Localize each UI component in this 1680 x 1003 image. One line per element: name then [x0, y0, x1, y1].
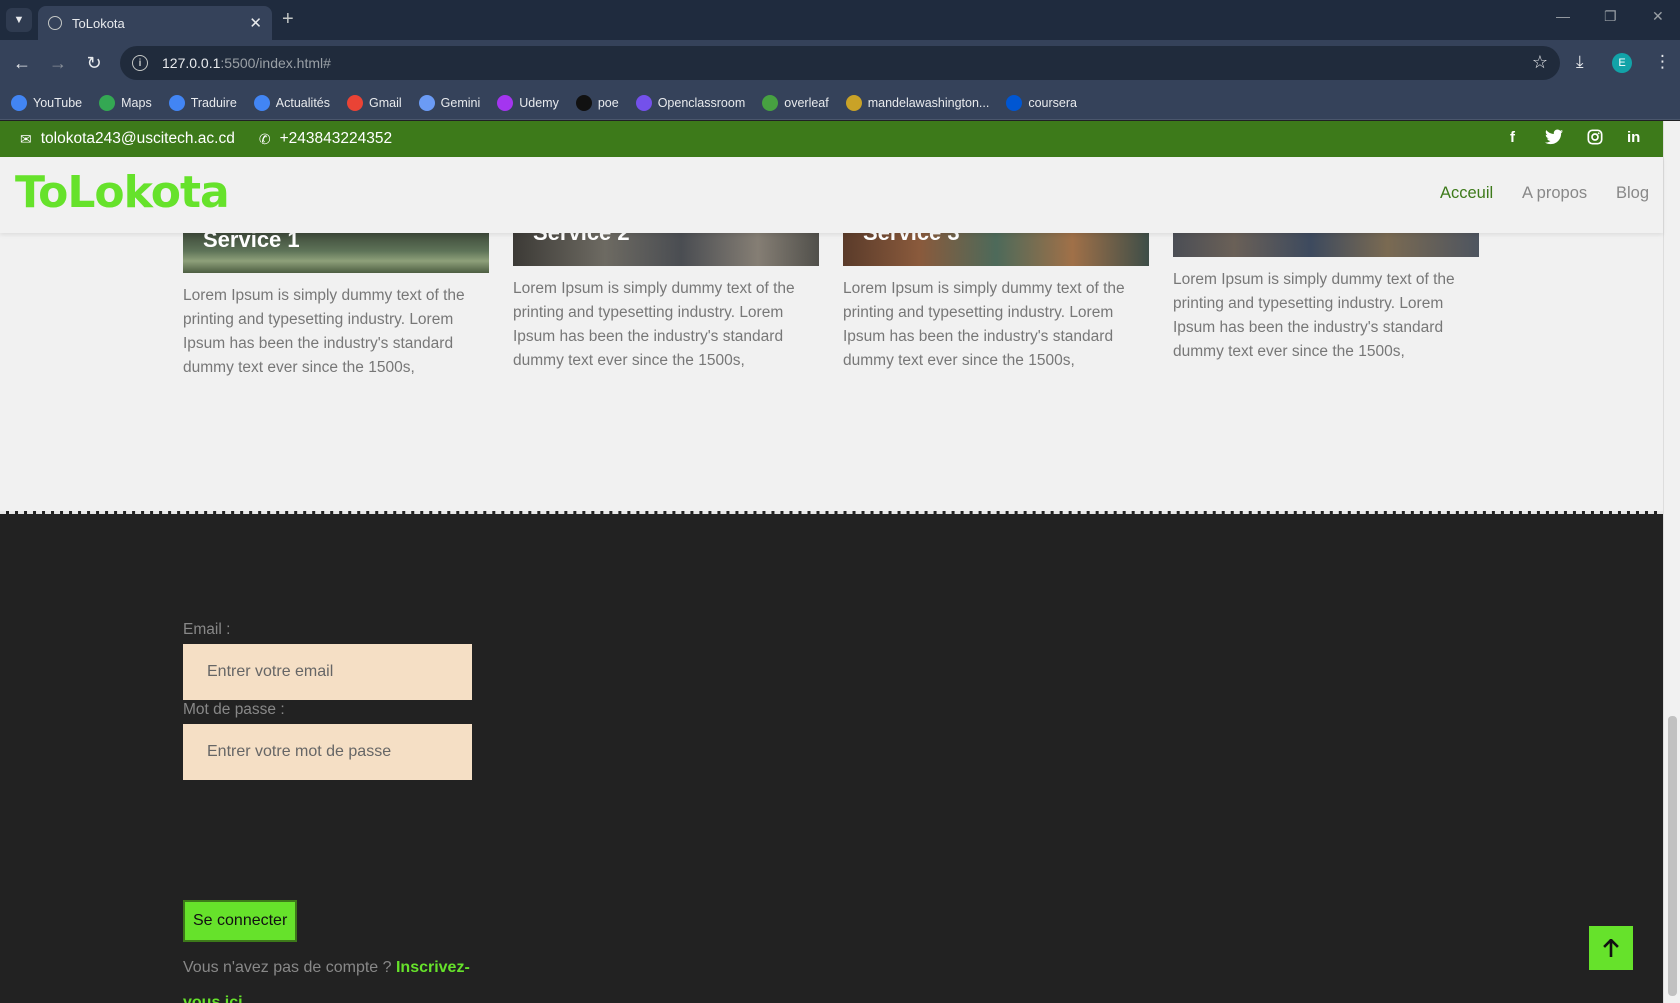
profile-avatar[interactable]: E: [1612, 53, 1632, 73]
service-4-image: [1173, 233, 1479, 257]
download-icon[interactable]: ⤓: [1576, 52, 1584, 72]
no-account-text: Vous n'avez pas de compte ?: [183, 959, 396, 976]
url-host: 127.0.0.1: [162, 55, 221, 71]
signup-prompt: Vous n'avez pas de compte ? Inscrivez-vo…: [183, 950, 483, 1003]
nav-a-propos[interactable]: A propos: [1522, 184, 1587, 203]
tab-search-chevron-icon[interactable]: ▼: [6, 8, 32, 32]
udemy-icon: [497, 94, 514, 111]
bookmark-item[interactable]: Traduire: [168, 94, 237, 111]
news-icon: [253, 94, 270, 111]
email-label: Email :: [183, 621, 231, 638]
bookmark-label: Gmail: [369, 95, 402, 110]
service-2-text: Lorem Ipsum is simply dummy text of the …: [513, 280, 795, 369]
new-tab-plus-icon[interactable]: +: [282, 8, 294, 31]
poe-icon: [575, 94, 592, 111]
bookmark-label: YouTube: [33, 95, 83, 110]
topbar-phone[interactable]: ✆ +243843224352: [259, 130, 392, 148]
service-3-image: Service 3: [843, 233, 1149, 266]
bookmark-label: Traduire: [190, 95, 237, 110]
service-4-text: Lorem Ipsum is simply dummy text of the …: [1173, 271, 1455, 360]
service-1-text: Lorem Ipsum is simply dummy text of the …: [183, 287, 465, 376]
minimize-icon[interactable]: —: [1556, 8, 1570, 24]
bookmark-label: Gemini: [440, 95, 481, 110]
site-footer: Email : Mot de passe : Se connecter Vous…: [0, 511, 1663, 1003]
email-field[interactable]: [183, 644, 472, 700]
globe-icon: [48, 16, 62, 30]
reload-icon[interactable]: ↻: [83, 52, 105, 74]
bookmark-item[interactable]: Udemy: [497, 94, 559, 111]
password-field[interactable]: [183, 724, 472, 780]
bookmark-label: Actualités: [275, 95, 330, 110]
coursera-icon: [1006, 94, 1023, 111]
bookmark-item[interactable]: Actualités: [253, 94, 330, 111]
bookmarks-bar: YouTube Maps Traduire Actualités Gmail Gemini…: [0, 86, 1680, 120]
service-1-title: Service 1: [203, 233, 300, 252]
instagram-icon[interactable]: [1587, 129, 1603, 149]
site-info-icon[interactable]: i: [132, 55, 148, 71]
seal-icon: [845, 94, 862, 111]
bookmark-label: mandelawashington...: [867, 95, 990, 110]
topbar-email-text: tolokota243@uscitech.ac.cd: [40, 130, 235, 147]
site-header: ToLokota Acceuil A propos Blog: [0, 157, 1663, 233]
facebook-icon[interactable]: f: [1510, 129, 1515, 146]
login-button[interactable]: Se connecter: [183, 900, 298, 942]
bookmark-star-icon[interactable]: ☆: [1532, 52, 1548, 73]
service-2-image: Service 2: [513, 233, 819, 266]
site-logo[interactable]: ToLokota: [15, 167, 230, 218]
gemini-sparkle-icon: [418, 94, 435, 111]
google-icon: [11, 94, 27, 111]
bookmark-item[interactable]: YouTube: [11, 94, 83, 111]
browser-menu-icon[interactable]: ⋮: [1654, 52, 1671, 72]
twitter-icon[interactable]: [1545, 129, 1563, 149]
url-path: :5500/index.html#: [220, 55, 331, 71]
service-2-title: Service 2: [533, 233, 630, 246]
browser-toolbar: ← → ↻ i 127.0.0.1:5500/index.html# ☆ ⤓ ⋮: [0, 40, 1680, 86]
bookmark-label: overleaf: [784, 95, 829, 110]
linkedin-icon[interactable]: in: [1627, 129, 1640, 146]
bookmark-item[interactable]: overleaf: [762, 94, 829, 111]
bookmark-item[interactable]: Maps: [99, 94, 152, 111]
address-bar[interactable]: i 127.0.0.1:5500/index.html# ☆: [120, 46, 1560, 80]
back-to-top-button[interactable]: [1589, 926, 1633, 970]
service-3-text: Lorem Ipsum is simply dummy text of the …: [843, 280, 1125, 369]
bookmark-item[interactable]: Gmail: [347, 94, 402, 111]
gmail-icon: [347, 94, 363, 111]
tab-title: ToLokota: [72, 15, 125, 31]
scrollbar-thumb[interactable]: [1668, 716, 1677, 996]
translate-icon: [168, 94, 185, 111]
arrow-up-icon: [1603, 939, 1619, 957]
back-arrow-icon[interactable]: ←: [11, 52, 33, 74]
envelope-icon: ✉: [20, 130, 32, 147]
page-viewport: ✉ tolokota243@uscitech.ac.cd ✆ +24384322…: [0, 121, 1680, 1003]
bookmark-label: poe: [597, 95, 619, 110]
phone-icon: ✆: [258, 130, 271, 147]
restore-icon[interactable]: ❐: [1604, 8, 1617, 25]
service-3-title: Service 3: [863, 233, 960, 246]
topbar-phone-text: +243843224352: [279, 130, 393, 147]
page-scrollbar[interactable]: [1663, 121, 1680, 1003]
bookmark-item[interactable]: coursera: [1006, 94, 1077, 111]
nav-acceuil[interactable]: Acceuil: [1440, 184, 1493, 203]
maps-pin-icon: [99, 94, 116, 111]
bookmark-item[interactable]: mandelawashington...: [845, 94, 990, 111]
topbar-email[interactable]: ✉ tolokota243@uscitech.ac.cd: [20, 130, 235, 148]
forward-arrow-icon[interactable]: →: [47, 52, 69, 74]
bookmark-label: Openclassroom: [657, 95, 746, 110]
bookmark-label: coursera: [1028, 95, 1077, 110]
overleaf-leaf-icon: [762, 94, 779, 111]
bookmark-item[interactable]: Openclassroom: [635, 94, 746, 111]
service-1-image: Service 1: [183, 233, 489, 273]
window-close-icon[interactable]: ✕: [1652, 8, 1664, 25]
openclassrooms-icon: [635, 94, 652, 111]
contact-topbar: ✉ tolokota243@uscitech.ac.cd ✆ +24384322…: [0, 121, 1663, 157]
password-label: Mot de passe :: [183, 701, 285, 718]
browser-tabstrip: ▼ ToLokota ✕ + — ❐ ✕: [0, 0, 1680, 40]
bookmark-label: Maps: [121, 95, 152, 110]
bookmark-item[interactable]: Gemini: [418, 94, 481, 111]
tab-close-icon[interactable]: ✕: [249, 14, 262, 32]
bookmark-item[interactable]: poe: [575, 94, 619, 111]
browser-tab[interactable]: ToLokota ✕: [38, 6, 272, 40]
nav-blog[interactable]: Blog: [1616, 184, 1649, 203]
bookmark-label: Udemy: [519, 95, 559, 110]
